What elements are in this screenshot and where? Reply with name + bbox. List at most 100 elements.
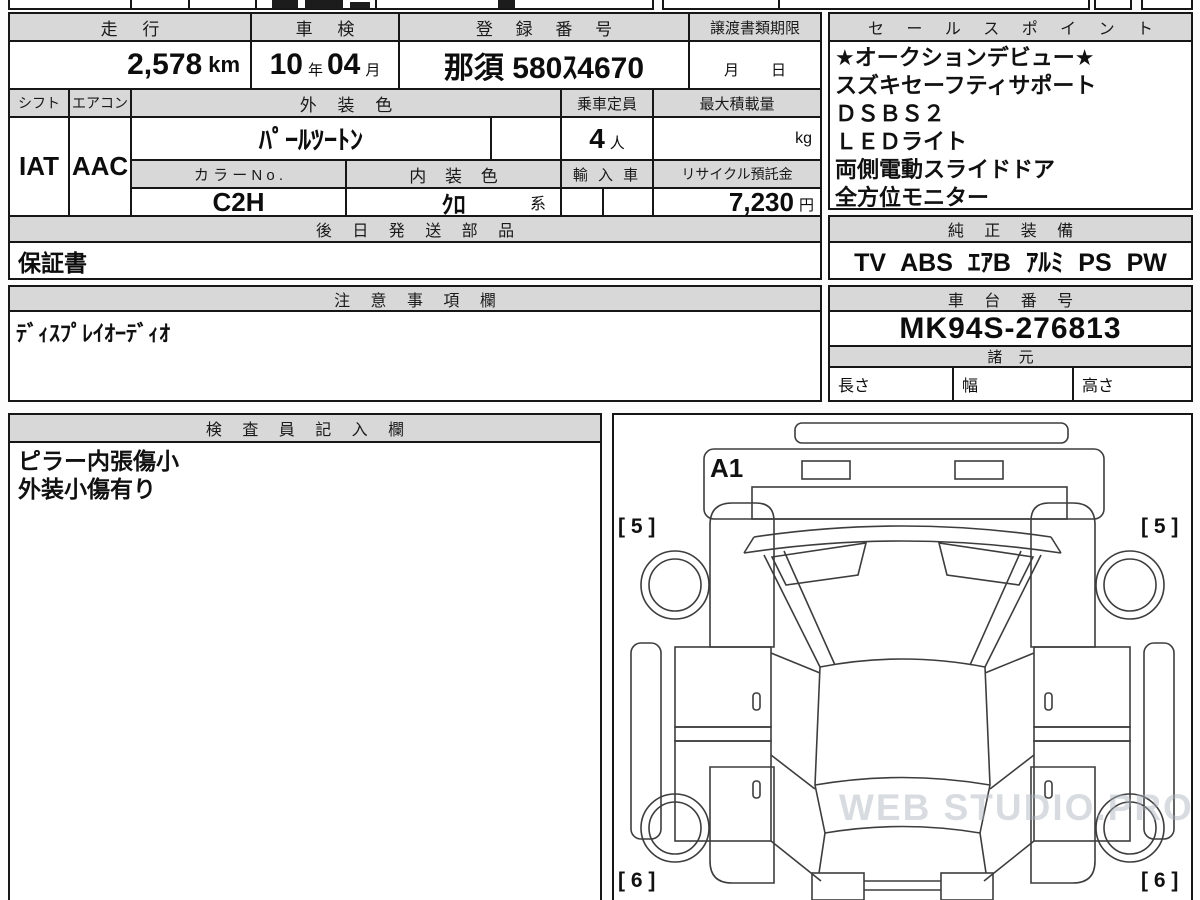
inspector-line: 外装小傷有り <box>18 476 156 502</box>
auction-sheet: 走 行 車 検 登 録 番 号 譲渡書類期限 2,578 km 10 年 04 … <box>0 0 1200 900</box>
cut-off-text-fragment <box>305 0 343 9</box>
registration-header: 登 録 番 号 <box>398 12 690 42</box>
spec-width-cell: 幅 <box>952 366 1074 402</box>
registration-value: 那須 580ｽ4670 <box>398 40 690 90</box>
wiper-left <box>770 542 868 586</box>
pillar-links-right <box>983 652 1035 882</box>
cut-off-text-fragment <box>498 0 515 8</box>
pillar-links-left <box>770 652 822 882</box>
sales-points-header: セ ー ル ス ポ イ ン ト <box>828 12 1193 42</box>
front-door-left <box>674 646 772 728</box>
inspection-month-unit: 月 <box>365 61 381 79</box>
cutoff-cell <box>662 0 780 10</box>
wheel-front-right <box>1095 550 1165 620</box>
mileage-unit: km <box>208 52 240 77</box>
cutoff-cell <box>1141 0 1193 10</box>
roof-sides <box>814 666 991 786</box>
inspector-header: 検 査 員 記 入 欄 <box>10 415 600 443</box>
sales-point-line: 両側電動スライドドア <box>835 157 1056 182</box>
import-header: 輸 入 車 <box>560 159 654 189</box>
transfer-deadline-value: 月 日 <box>688 40 822 90</box>
wheel-label-front-right: [ 5 ] <box>1141 515 1178 538</box>
rear-gate-sides <box>818 832 987 874</box>
headlight-right <box>954 460 1004 480</box>
transfer-day-unit: 日 <box>770 62 786 79</box>
inspection-header: 車 検 <box>250 12 400 42</box>
inspection-value: 10 年 04 月 <box>250 40 400 90</box>
max-load-header: 最大積載量 <box>652 88 822 118</box>
cutoff-cell <box>1094 0 1132 10</box>
aircon-value: AAC <box>68 116 132 217</box>
sales-point-line: 全方位モニター <box>835 185 990 210</box>
roof-front-edge <box>819 658 986 668</box>
equipment-value: TV ABS ｴｱB ｱﾙﾐ PS PW <box>828 241 1193 280</box>
cutoff-cell <box>8 0 132 10</box>
sales-point-line: スズキセーフティサポート <box>835 73 1097 98</box>
door-handle <box>752 780 761 799</box>
wheel-label-rear-left: [ 6 ] <box>618 869 655 892</box>
recycle-unit: 円 <box>798 196 814 214</box>
capacity-value: 4 人 <box>560 116 654 161</box>
rear-fender-left <box>709 766 775 884</box>
mileage-header: 走 行 <box>8 12 252 42</box>
spec-length-cell: 長さ <box>828 366 954 402</box>
exterior-color-value: ﾊﾟｰﾙﾂｰﾄﾝ <box>130 116 492 161</box>
inspection-year-unit: 年 <box>307 61 323 79</box>
capacity-unit: 人 <box>609 135 625 152</box>
inspection-month: 04 <box>327 48 361 81</box>
inspector-box: 検 査 員 記 入 欄 ピラー内張傷小 外装小傷有り <box>8 413 602 900</box>
wheel-front-right-inner <box>1103 558 1157 612</box>
cut-off-text-fragment <box>350 2 370 8</box>
max-load-value: kg <box>652 116 822 161</box>
hood-damage-code: A1 <box>710 453 743 483</box>
tail-light-right <box>940 872 994 900</box>
recycle-value: 7,230 円 <box>652 187 822 217</box>
wheel-front-left-inner <box>648 558 702 612</box>
wheel-label-front-left: [ 5 ] <box>618 515 655 538</box>
shift-header: シフト <box>8 88 70 118</box>
notes-box: ﾃﾞｨｽﾌﾟﾚｲｵｰﾃﾞｨｵ <box>8 310 822 402</box>
watermark: WEB STUDIO.PRO <box>839 787 1194 828</box>
cut-off-text-fragment <box>272 0 298 8</box>
capacity-number: 4 <box>589 122 605 154</box>
aircon-header: エアコン <box>68 88 132 118</box>
exterior-color-header: 外 装 色 <box>130 88 562 118</box>
door-handle <box>752 692 761 711</box>
inspection-year: 10 <box>269 48 303 81</box>
import-empty-cell-1 <box>560 187 604 217</box>
front-fender-right <box>1030 502 1096 648</box>
transfer-deadline-header: 譲渡書類期限 <box>688 12 822 42</box>
specs-header: 諸 元 <box>828 345 1193 368</box>
later-parts-value: 保証書 <box>8 241 822 280</box>
chassis-value: MK94S-276813 <box>828 310 1193 347</box>
b-pillar-left <box>674 726 772 742</box>
cutoff-cell <box>778 0 1090 10</box>
cowl-arc-end <box>743 536 1062 554</box>
b-pillar-right <box>1033 726 1131 742</box>
cutoff-cell <box>130 0 190 10</box>
front-bumper <box>794 422 1069 444</box>
sales-point-line: ＤＳＢＳ２ <box>835 101 946 126</box>
notes-line: ﾃﾞｨｽﾌﾟﾚｲｵｰﾃﾞｨｵ <box>16 321 171 346</box>
rear-bumper-lines <box>864 880 941 891</box>
recycle-header: リサイクル預託金 <box>652 159 822 189</box>
sales-point-line: ★オークションデビュー★ <box>835 45 1095 70</box>
tail-light-left <box>811 872 865 900</box>
max-load-unit: kg <box>795 129 812 147</box>
cutoff-cell <box>188 0 257 10</box>
front-fender-left <box>709 502 775 648</box>
exterior-color-empty-cell <box>490 116 562 161</box>
wheel-front-left <box>640 550 710 620</box>
capacity-header: 乗車定員 <box>560 88 654 118</box>
mileage-value: 2,578 km <box>8 40 252 90</box>
import-empty-cell-2 <box>602 187 654 217</box>
roof-rear-edge <box>814 776 991 786</box>
shift-value: IAT <box>8 116 70 217</box>
color-no-header: カ ラ ー N o . <box>130 159 347 189</box>
color-no-value: C2H <box>130 187 347 217</box>
sales-point-line: ＬＥＤライト <box>835 129 968 154</box>
sales-points-box: ★オークションデビュー★ スズキセーフティサポート ＤＳＢＳ２ ＬＥＤライト 両… <box>828 40 1193 210</box>
chassis-header: 車 台 番 号 <box>828 285 1193 312</box>
hood-panel <box>703 448 1105 520</box>
inspector-lines: ピラー内張傷小 外装小傷有り <box>10 443 600 503</box>
